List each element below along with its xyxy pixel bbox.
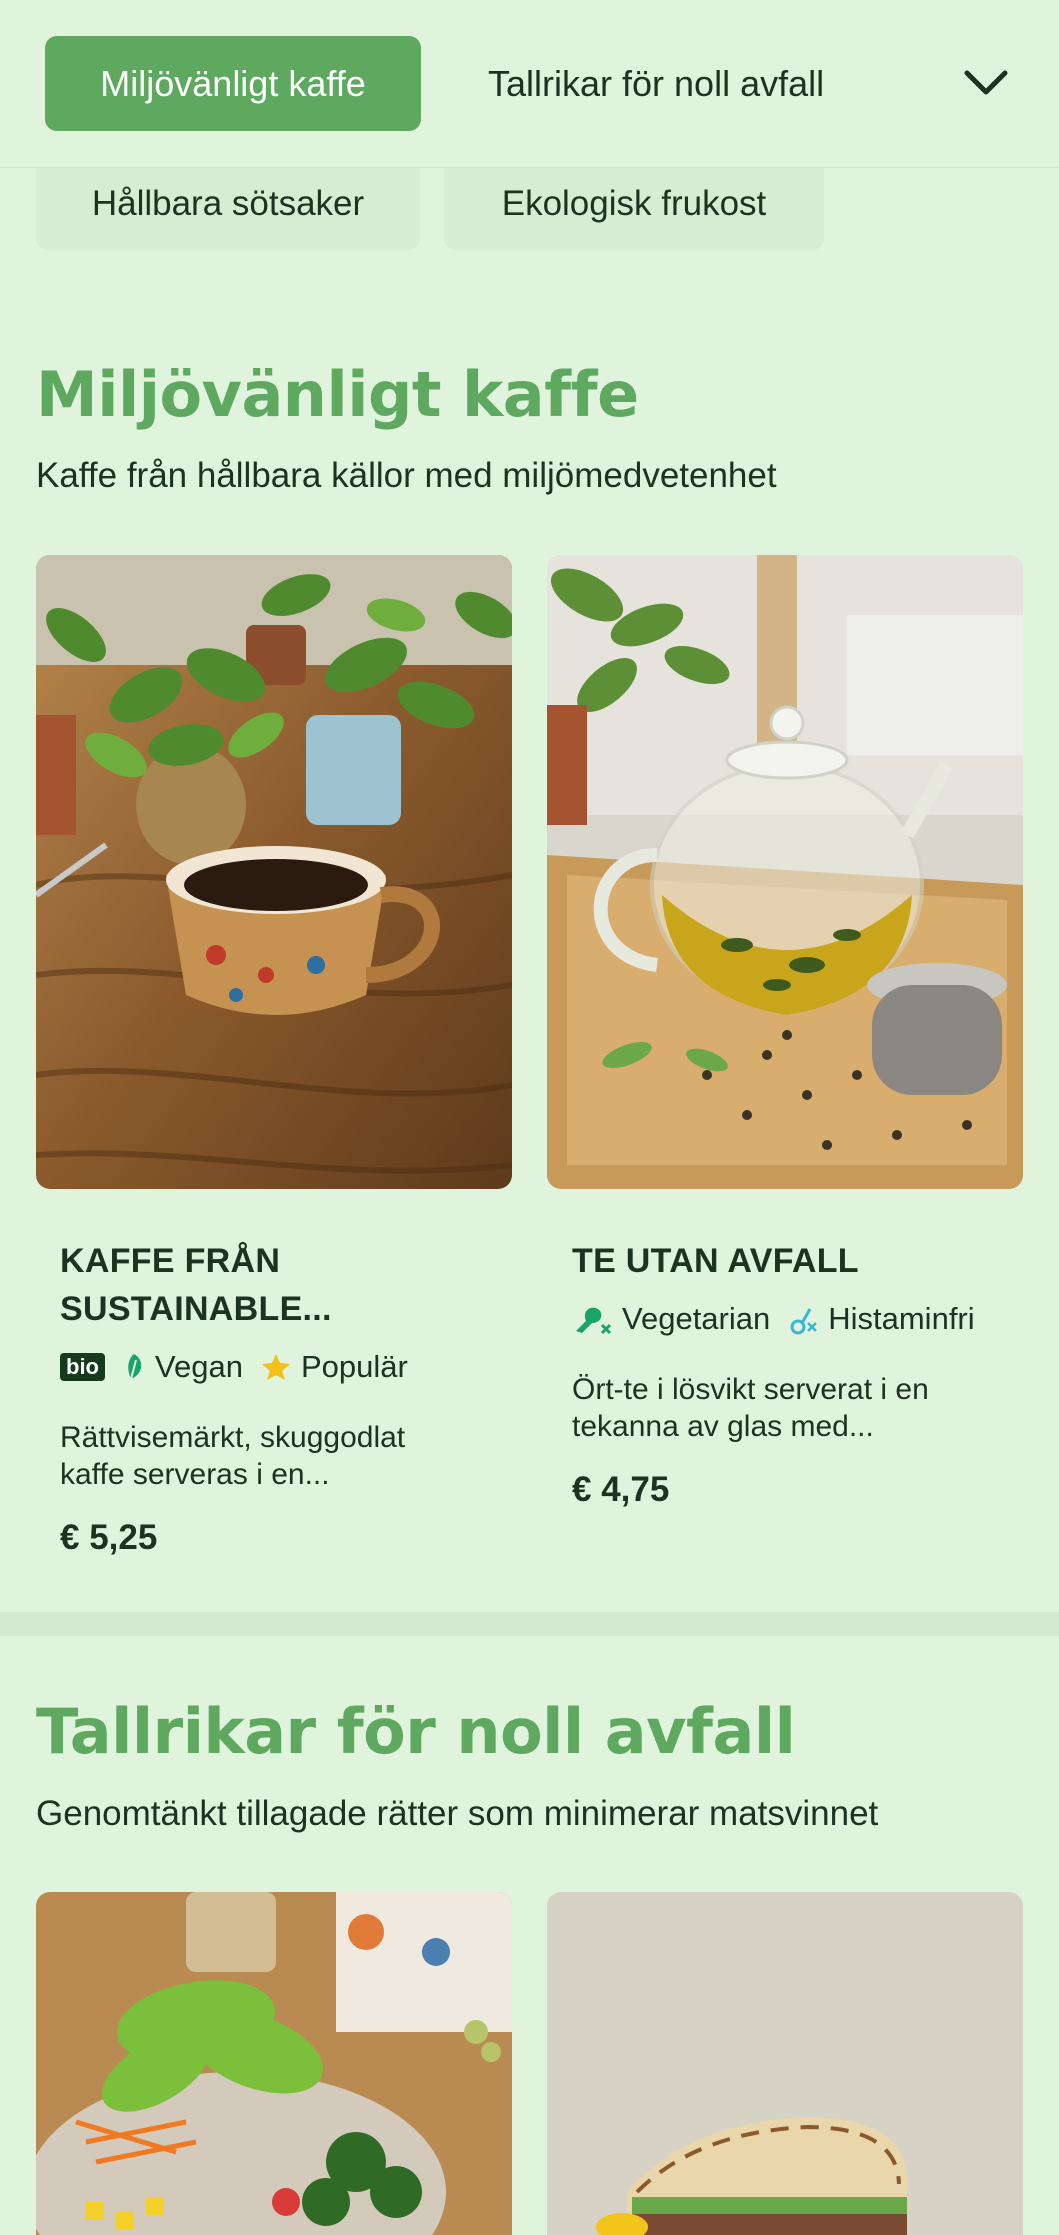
star-icon [261, 1352, 291, 1382]
item-description: Rättvisemärkt, skuggodlat kaffe serveras… [60, 1419, 405, 1493]
tag-label: Vegetarian [622, 1301, 771, 1336]
sandwich-image[interactable] [547, 1892, 1023, 2235]
tag-label: Populär [300, 1349, 408, 1384]
item-title-line: SUSTAINABLE... [60, 1290, 332, 1328]
chip-label: Hållbara sötsaker [91, 184, 365, 223]
chip-miljovanligt-kaffe[interactable]: Miljövänligt kaffe [45, 36, 421, 131]
item-description: Ört-te i lösvikt serverat i en tekanna a… [572, 1371, 929, 1445]
item-description-line: Ört-te i lösvikt serverat i en [572, 1373, 929, 1406]
item-price: € 5,25 [60, 1518, 158, 1557]
item-title-line: KAFFE FRÅN [60, 1242, 281, 1280]
no-meat-icon [572, 1303, 612, 1335]
section-title: Miljövänligt kaffe [36, 358, 639, 431]
tag-vegetarian: Vegetarian [572, 1301, 770, 1337]
coffee-image[interactable] [36, 555, 512, 1189]
tag-label: Histaminfri [828, 1301, 975, 1336]
salad-image[interactable] [36, 1892, 512, 2235]
item-description-line: kaffe serveras i en... [60, 1458, 330, 1491]
chevron-down-icon[interactable] [958, 58, 1014, 108]
item-price: € 4,75 [572, 1470, 670, 1509]
section-subtitle: Genomtänkt tillagade rätter som minimera… [36, 1794, 879, 1833]
tag-label: Vegan [155, 1349, 243, 1384]
item-description-line: tekanna av glas med... [572, 1410, 874, 1443]
chip-tallrikar-noll-avfall[interactable]: Tallrikar för noll avfall [488, 36, 824, 131]
tag-histaminfri: Histaminfri [788, 1301, 975, 1337]
section-subtitle: Kaffe från hållbara källor med miljömedv… [36, 456, 777, 495]
tag-popular: Populär [261, 1349, 408, 1385]
bio-badge: bio [60, 1353, 105, 1381]
item-title: TE UTAN AVFALL [572, 1237, 859, 1285]
tag-vegan: Vegan [123, 1349, 243, 1385]
item-tags: bio Vegan Populär [60, 1349, 426, 1385]
chip-label: Ekologisk frukost [501, 184, 767, 223]
no-histamine-icon [788, 1303, 818, 1335]
item-title-line: TE UTAN AVFALL [572, 1242, 859, 1280]
item-description-line: Rättvisemärkt, skuggodlat [60, 1421, 406, 1454]
section-divider [0, 1612, 1059, 1636]
chip-label: Miljövänligt kaffe [100, 62, 366, 104]
section-title: Tallrikar för noll avfall [36, 1695, 796, 1768]
item-title: KAFFE FRÅN SUSTAINABLE... [60, 1237, 332, 1333]
tea-image[interactable] [547, 555, 1023, 1189]
category-nav: Miljövänligt kaffe Tallrikar för noll av… [0, 0, 1059, 168]
chip-label: Tallrikar för noll avfall [488, 62, 825, 104]
leaf-icon [123, 1352, 145, 1382]
item-tags: Vegetarian Histaminfri [572, 1301, 993, 1337]
